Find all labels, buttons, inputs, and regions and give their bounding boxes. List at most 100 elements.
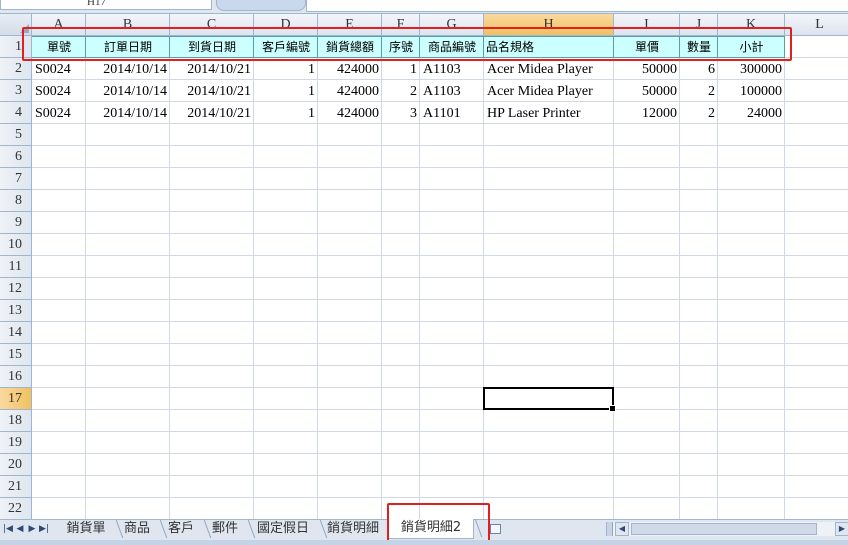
cell-g3[interactable]: A1103 xyxy=(420,80,484,102)
name-box[interactable]: H17 xyxy=(0,0,212,10)
cell-area[interactable]: 單號 訂單日期 到貨日期 客戶編號 銷貨總額 序號 商品編號 品名規格 單價 數量 小計 S0024 2… xyxy=(32,36,848,519)
formula-input[interactable] xyxy=(306,0,848,12)
row-header-18[interactable]: 18 xyxy=(0,410,32,432)
row-header-22[interactable]: 22 xyxy=(0,498,32,519)
cell-e4[interactable]: 424000 xyxy=(318,102,382,124)
row-header-19[interactable]: 19 xyxy=(0,432,32,454)
row-header-2[interactable]: 2 xyxy=(0,58,32,80)
cell-i4[interactable]: 12000 xyxy=(614,102,680,124)
row-header-5[interactable]: 5 xyxy=(0,124,32,146)
cell-h4[interactable]: HP Laser Printer xyxy=(484,102,614,124)
row-header-11[interactable]: 11 xyxy=(0,256,32,278)
status-bar xyxy=(0,540,848,545)
row-gridline xyxy=(32,299,848,300)
cell-d3[interactable]: 1 xyxy=(254,80,318,102)
tab-split-handle[interactable] xyxy=(607,522,613,536)
horizontal-scrollbar[interactable]: ◀ ▶ xyxy=(606,522,848,536)
active-cell[interactable] xyxy=(483,387,616,412)
cell-e2[interactable]: 424000 xyxy=(318,58,382,80)
first-sheet-icon[interactable]: |◀ xyxy=(3,523,13,535)
next-sheet-icon[interactable]: ▶ xyxy=(27,523,37,535)
row-gridline xyxy=(32,233,848,234)
row-header-3[interactable]: 3 xyxy=(0,80,32,102)
cell-e3[interactable]: 424000 xyxy=(318,80,382,102)
cell-b3[interactable]: 2014/10/14 xyxy=(86,80,170,102)
sheet-tab-label: 銷貨單 xyxy=(66,521,106,536)
cell-d2[interactable]: 1 xyxy=(254,58,318,80)
row-header-14[interactable]: 14 xyxy=(0,322,32,344)
prev-sheet-icon[interactable]: ◀ xyxy=(15,523,25,535)
row-header-9[interactable]: 9 xyxy=(0,212,32,234)
worksheet-grid: ABCDEFGHIJKL 1 2 3 4 5 6 7 8 9 10 11 12 13 14 15 16 17 18… xyxy=(0,14,848,519)
row-gridline xyxy=(32,211,848,212)
row-header-21[interactable]: 21 xyxy=(0,476,32,498)
formula-bar: H17 xyxy=(0,0,848,14)
formula-bar-toggle[interactable] xyxy=(216,0,306,11)
fill-handle[interactable] xyxy=(609,405,616,412)
row-header-15[interactable]: 15 xyxy=(0,344,32,366)
sheet-tab-2[interactable]: 商品 xyxy=(116,520,168,538)
cell-k3[interactable]: 100000 xyxy=(718,80,785,102)
sheet-tab-label: 郵件 xyxy=(211,521,238,536)
row-gridline xyxy=(32,497,848,498)
sheet-tab-3[interactable]: 客戶 xyxy=(160,520,212,538)
cell-j3[interactable]: 2 xyxy=(680,80,718,102)
row-header-10[interactable]: 10 xyxy=(0,234,32,256)
row-gridline xyxy=(32,431,848,432)
row-gridline xyxy=(32,475,848,476)
sheet-tab-5[interactable]: 國定假日 xyxy=(248,520,328,538)
cell-c4[interactable]: 2014/10/21 xyxy=(170,102,254,124)
row-gridline xyxy=(32,189,848,190)
column-header-l[interactable]: L xyxy=(785,14,848,36)
row-header-16[interactable]: 16 xyxy=(0,366,32,388)
row-header-17[interactable]: 17 xyxy=(0,388,32,410)
cell-c2[interactable]: 2014/10/21 xyxy=(170,58,254,80)
scroll-left-icon[interactable]: ◀ xyxy=(615,522,629,536)
row-header-13[interactable]: 13 xyxy=(0,300,32,322)
sheet-tab-label: 銷貨明細 xyxy=(326,521,379,536)
row-header-12[interactable]: 12 xyxy=(0,278,32,300)
row-gridline xyxy=(32,145,848,146)
cell-i3[interactable]: 50000 xyxy=(614,80,680,102)
sheet-tab-label: 客戶 xyxy=(167,521,194,536)
scroll-right-icon[interactable]: ▶ xyxy=(835,522,848,536)
scroll-thumb[interactable] xyxy=(631,523,817,535)
row-gridline xyxy=(32,365,848,366)
cell-f4[interactable]: 3 xyxy=(382,102,420,124)
cell-f3[interactable]: 2 xyxy=(382,80,420,102)
row-gridline xyxy=(32,409,848,410)
row-header-4[interactable]: 4 xyxy=(0,102,32,124)
row-header-20[interactable]: 20 xyxy=(0,454,32,476)
cell-k4[interactable]: 24000 xyxy=(718,102,785,124)
row-gridline xyxy=(32,255,848,256)
sheet-tab-1[interactable]: 銷貨單 xyxy=(58,520,124,538)
cell-f2[interactable]: 1 xyxy=(382,58,420,80)
row-gridline xyxy=(32,387,848,388)
cell-g4[interactable]: A1101 xyxy=(420,102,484,124)
cell-d4[interactable]: 1 xyxy=(254,102,318,124)
cell-a3[interactable]: S0024 xyxy=(32,80,86,102)
cell-b2[interactable]: 2014/10/14 xyxy=(86,58,170,80)
row-header-6[interactable]: 6 xyxy=(0,146,32,168)
sheet-tab-label: 國定假日 xyxy=(256,521,309,536)
row-gridline xyxy=(32,343,848,344)
cell-i2[interactable]: 50000 xyxy=(614,58,680,80)
cell-h2[interactable]: Acer Midea Player xyxy=(484,58,614,80)
cell-k2[interactable]: 300000 xyxy=(718,58,785,80)
sheet-tab-4[interactable]: 郵件 xyxy=(204,520,256,538)
cell-b4[interactable]: 2014/10/14 xyxy=(86,102,170,124)
last-sheet-icon[interactable]: ▶| xyxy=(39,523,49,535)
row-header-8[interactable]: 8 xyxy=(0,190,32,212)
header-row-annotation xyxy=(22,27,792,61)
row-header-7[interactable]: 7 xyxy=(0,168,32,190)
cell-g2[interactable]: A1103 xyxy=(420,58,484,80)
cell-a4[interactable]: S0024 xyxy=(32,102,86,124)
cell-j4[interactable]: 2 xyxy=(680,102,718,124)
cell-j2[interactable]: 6 xyxy=(680,58,718,80)
insert-sheet-icon xyxy=(489,524,501,534)
sheet-tab-6[interactable]: 銷貨明細 xyxy=(320,520,396,538)
cell-c3[interactable]: 2014/10/21 xyxy=(170,80,254,102)
row-gridline xyxy=(32,321,848,322)
cell-a2[interactable]: S0024 xyxy=(32,58,86,80)
cell-h3[interactable]: Acer Midea Player xyxy=(484,80,614,102)
